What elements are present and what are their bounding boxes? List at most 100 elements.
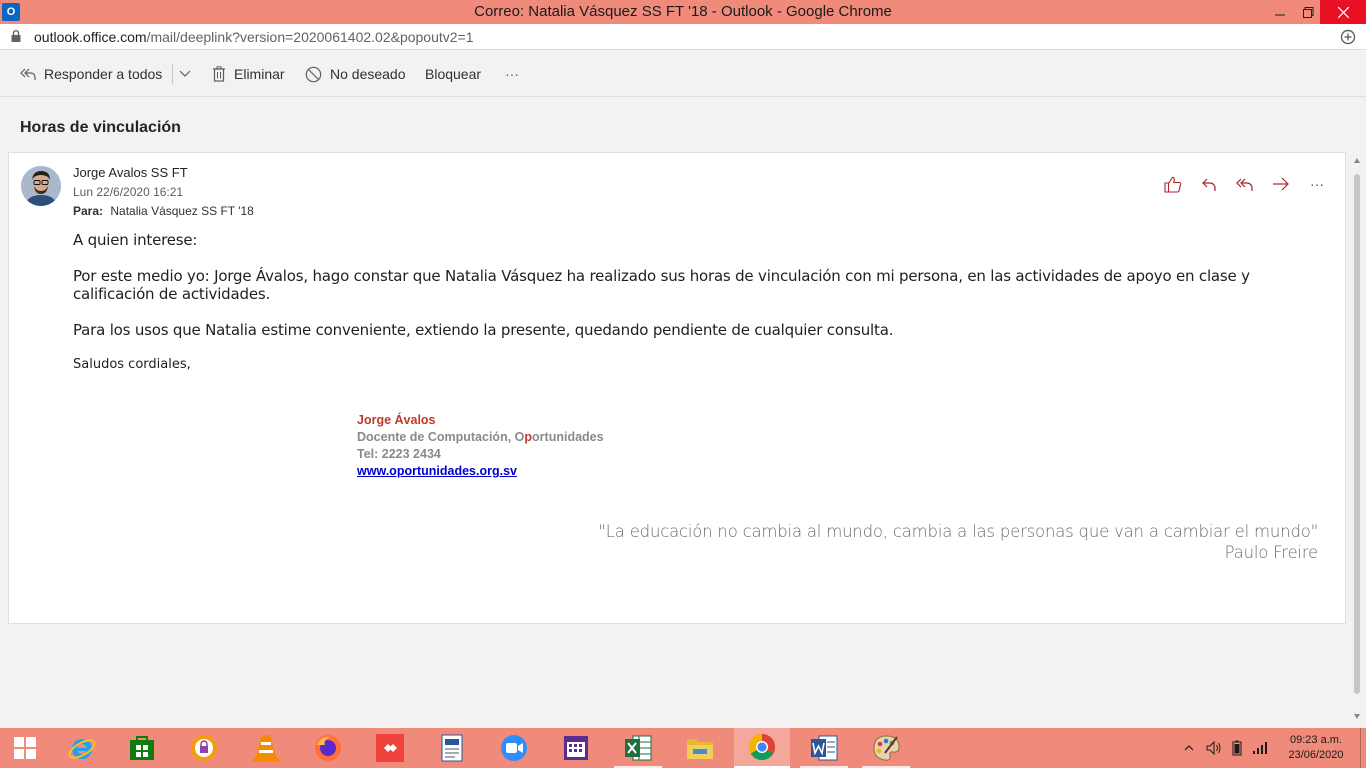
word-icon <box>811 735 838 761</box>
close-button[interactable] <box>1320 0 1366 24</box>
taskbar-app-excel[interactable] <box>610 728 666 768</box>
message-subject: Horas de vinculación <box>20 119 181 136</box>
signature-phone: Tel: 2223 2434 <box>357 447 441 461</box>
delete-button[interactable]: Eliminar <box>212 64 285 84</box>
minimize-icon <box>1275 14 1285 16</box>
ie-icon <box>68 739 96 759</box>
junk-label: No deseado <box>330 66 406 82</box>
trash-icon <box>213 66 225 82</box>
recipient-line: Para: Natalia Vásquez SS FT '18 <box>73 204 254 218</box>
network-signal-icon[interactable] <box>1252 741 1268 755</box>
taskbar-app-vpn[interactable] <box>176 728 232 768</box>
vpn-icon <box>191 735 217 761</box>
taskbar-app-zoom[interactable] <box>486 728 542 768</box>
vlc-icon <box>253 735 279 762</box>
anydesk-icon <box>376 734 404 762</box>
reply-all-icon <box>20 68 36 80</box>
url-path: /mail/deeplink?version=2020061402.02&pop… <box>146 29 474 45</box>
start-button[interactable] <box>0 728 50 768</box>
taskbar-app-firefox[interactable] <box>300 728 356 768</box>
taskbar-app-paint[interactable] <box>858 728 914 768</box>
signature-role: Docente de Computación, Oportunidades <box>357 430 604 444</box>
delete-label: Eliminar <box>234 66 285 82</box>
command-toolbar: Responder a todos Eliminar No deseado Bl… <box>0 50 1366 97</box>
recipient-name[interactable]: Natalia Vásquez SS FT '18 <box>110 204 253 218</box>
zoom-app-icon <box>501 735 527 761</box>
block-circle-icon <box>305 66 322 82</box>
taskbar-app-ie[interactable] <box>54 728 110 768</box>
quote-text: "La educación no cambia al mundo, cambia… <box>598 522 1318 541</box>
like-button[interactable] <box>1163 174 1183 194</box>
body-paragraph-1-line-2: calificación de actividades. <box>73 285 271 303</box>
body-paragraph-2: Para los usos que Natalia estime conveni… <box>73 321 894 339</box>
url-text[interactable]: outlook.office.com/mail/deeplink?version… <box>34 29 474 45</box>
chevron-down-icon <box>179 70 191 77</box>
firefox-icon <box>315 735 341 761</box>
taskbar-app-explorer[interactable] <box>672 728 728 768</box>
lock-icon <box>11 30 21 42</box>
reply-options-dropdown[interactable] <box>172 64 199 84</box>
taskbar-app-editor[interactable] <box>424 728 480 768</box>
scroll-down-arrow-icon[interactable] <box>1354 714 1360 719</box>
taskbar: 09:23 a.m. 23/06/2020 <box>0 728 1366 768</box>
taskbar-app-word[interactable] <box>796 728 852 768</box>
reply-all-icon <box>1236 178 1253 191</box>
scroll-thumb[interactable] <box>1354 174 1360 694</box>
more-dots-label: ··· <box>1310 176 1324 192</box>
battery-icon[interactable] <box>1232 740 1242 756</box>
message-more-button[interactable]: ··· <box>1307 174 1327 194</box>
scroll-up-arrow-icon[interactable] <box>1354 158 1360 163</box>
body-closing: Saludos cordiales, <box>73 357 191 372</box>
signature-role-prefix: Docente de Computación, O <box>357 430 525 444</box>
chrome-icon <box>748 733 776 761</box>
signature-role-accent: p <box>524 430 533 444</box>
block-label: Bloquear <box>425 66 482 82</box>
quote-author: Paulo Freire <box>1224 543 1319 562</box>
zoom-icon[interactable] <box>1340 29 1356 45</box>
clock-date: 23/06/2020 <box>1288 749 1344 761</box>
signature-name: Jorge Ávalos <box>357 413 436 427</box>
reply-all-label: Responder a todos <box>44 66 163 82</box>
taskbar-app-calendar[interactable] <box>548 728 604 768</box>
more-options-label: ··· <box>505 66 519 82</box>
taskbar-app-chrome[interactable] <box>734 728 790 768</box>
message-datetime: Lun 22/6/2020 16:21 <box>73 185 184 199</box>
sender-name[interactable]: Jorge Avalos SS FT <box>73 165 188 180</box>
forward-button[interactable] <box>1271 174 1291 194</box>
avatar[interactable] <box>21 166 61 206</box>
block-button[interactable]: Bloquear <box>425 64 481 84</box>
taskbar-app-anydesk[interactable] <box>362 728 418 768</box>
excel-icon <box>625 735 652 761</box>
vertical-scrollbar[interactable] <box>1352 152 1362 722</box>
start-icon <box>14 737 36 759</box>
volume-icon[interactable] <box>1206 741 1222 755</box>
close-icon <box>1337 6 1349 18</box>
clock-time: 09:23 a.m. <box>1290 734 1342 746</box>
calendar-icon <box>564 736 588 760</box>
body-paragraph-1-line-1: Por este medio yo: Jorge Ávalos, hago co… <box>73 267 1250 285</box>
forward-arrow-icon <box>1273 177 1289 191</box>
show-desktop-button[interactable] <box>1360 728 1366 768</box>
reply-button[interactable] <box>1199 174 1219 194</box>
tray-chevron-up-icon[interactable] <box>1184 744 1194 752</box>
paint-icon <box>873 735 900 761</box>
system-tray <box>1184 728 1268 768</box>
junk-button[interactable]: No deseado <box>305 64 406 84</box>
taskbar-clock[interactable]: 09:23 a.m. 23/06/2020 <box>1284 733 1348 763</box>
taskbar-app-vlc[interactable] <box>238 728 294 768</box>
thumbs-up-icon <box>1164 176 1182 193</box>
window-titlebar: O Correo: Natalia Vásquez SS FT '18 - Ou… <box>0 0 1366 24</box>
url-host: outlook.office.com <box>34 29 147 45</box>
reply-all-inline-button[interactable] <box>1235 174 1255 194</box>
maximize-icon <box>1302 6 1313 18</box>
taskbar-app-store[interactable] <box>114 728 170 768</box>
store-icon <box>130 736 154 760</box>
address-bar[interactable]: outlook.office.com/mail/deeplink?version… <box>0 24 1366 50</box>
signature-website-link[interactable]: www.oportunidades.org.sv <box>357 464 517 478</box>
sender-photo <box>21 166 61 206</box>
folder-icon <box>687 739 713 759</box>
body-greeting: A quien interese: <box>73 231 198 249</box>
window-title: Correo: Natalia Vásquez SS FT '18 - Outl… <box>474 3 892 20</box>
more-options-button[interactable]: ··· <box>505 64 519 84</box>
reply-all-button[interactable]: Responder a todos <box>20 64 162 84</box>
